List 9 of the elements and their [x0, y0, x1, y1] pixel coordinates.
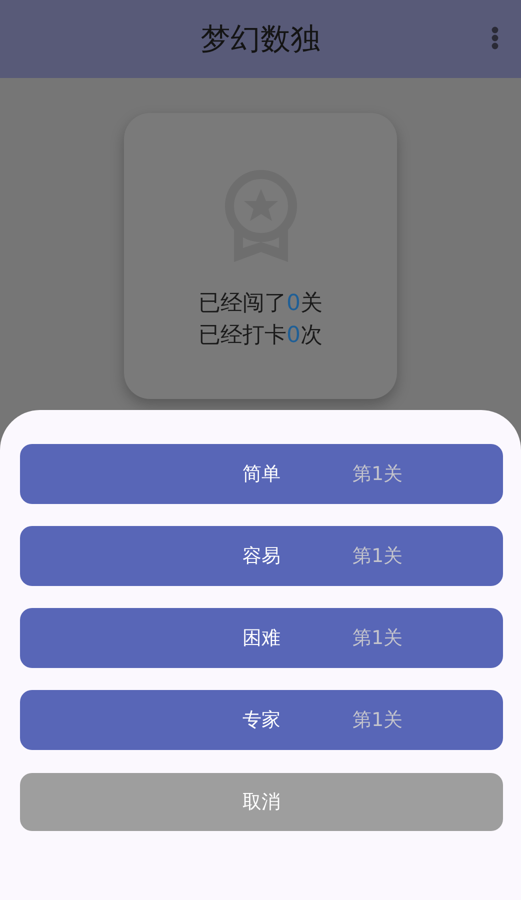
cancel-button[interactable]: 取消: [20, 773, 503, 831]
difficulty-button[interactable]: 专家 第1关: [20, 690, 503, 750]
difficulty-button[interactable]: 简单 第1关: [20, 444, 503, 504]
app-title: 梦幻数独: [200, 20, 320, 58]
stats-line: 已经闯了 0关: [198, 290, 322, 318]
stats-line: 已经打卡0次: [198, 322, 322, 350]
difficulty-button[interactable]: 困难 第1关: [20, 608, 503, 668]
difficulty-button[interactable]: 容易 第1关: [20, 526, 503, 586]
more-icon[interactable]: [491, 26, 499, 50]
